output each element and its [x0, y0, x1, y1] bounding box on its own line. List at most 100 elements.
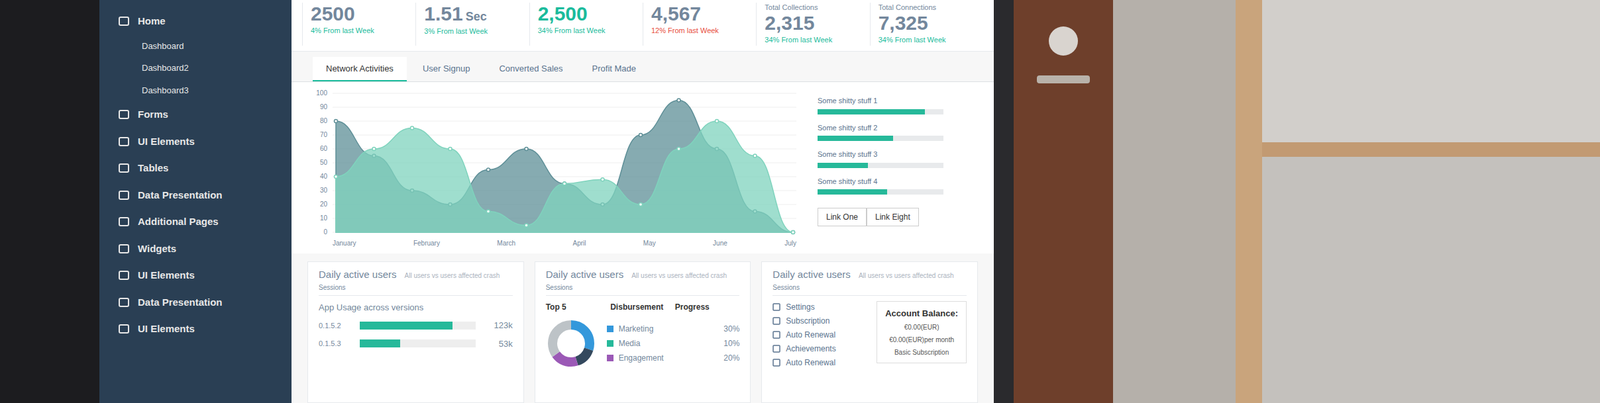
sidebar-label: Dashboard2: [141, 61, 189, 75]
legend-label: Engagement: [618, 352, 664, 365]
stat-value-row: 2,500: [537, 2, 635, 26]
progress-list: Some shitty stuff 1Some shitty stuff 2So…: [817, 90, 978, 249]
card-title-row: Daily active usersAll users vs users aff…: [318, 267, 513, 283]
wall: [1262, 0, 1600, 143]
usage-value: 53k: [483, 337, 513, 352]
donut-segment: [552, 325, 590, 363]
menu-icon: [117, 15, 130, 28]
table-header: Top 5DisbursementProgress: [545, 301, 741, 314]
tab[interactable]: User Signup: [409, 56, 484, 83]
usage-fill: [359, 321, 453, 330]
grid-line: [332, 121, 797, 122]
data-point: [600, 178, 605, 182]
list-icon-shape: [773, 318, 780, 325]
data-point: [639, 133, 643, 138]
card-subtitle: All users vs users affected crash: [404, 270, 501, 281]
account-line: Basic Subscription: [894, 347, 949, 358]
data-point: [791, 231, 796, 235]
tab[interactable]: Network Activities: [312, 56, 407, 83]
settings-item[interactable]: Auto Renewal: [772, 329, 866, 342]
usage-track: [359, 339, 476, 348]
laptop-bezel: [0, 0, 100, 403]
y-tick: 50: [307, 159, 328, 167]
progress-track: [817, 162, 944, 169]
sidebar-label: UI Elements: [137, 268, 195, 284]
card-title-row: Daily active usersAll users vs users aff…: [772, 267, 967, 283]
tab[interactable]: Profit Made: [579, 56, 650, 83]
settings-item[interactable]: Achievements: [772, 343, 866, 356]
legend-value: 10%: [699, 337, 740, 350]
y-axis: 1009080706050403020100: [307, 90, 328, 236]
sidebar-item[interactable]: Widgets: [99, 235, 292, 264]
shelf: [1262, 142, 1600, 158]
list-icon: [772, 303, 781, 312]
menu-icon-shape: [119, 298, 129, 307]
donut-chart: [545, 318, 597, 370]
sidebar-label: Widgets: [137, 241, 177, 258]
settings-label: Auto Renewal: [785, 329, 836, 342]
legend-value: 30%: [699, 323, 740, 336]
chart-section: 1009080706050403020100JanuaryFebruaryMar…: [291, 82, 994, 254]
progress-track: [817, 189, 944, 195]
grid-line: [332, 93, 797, 95]
stat-value: 7,325: [878, 11, 929, 35]
settings-item[interactable]: Settings: [772, 301, 866, 314]
stat-value: 2,500: [537, 2, 588, 26]
y-tick: 40: [307, 173, 328, 181]
sidebar-subitem[interactable]: Dashboard3: [99, 79, 292, 103]
menu-icon: [117, 135, 130, 148]
sidebar-item[interactable]: Additional Pages: [99, 208, 292, 236]
stat-value-row: 1.51Sec: [424, 2, 521, 26]
data-point: [448, 147, 452, 152]
sidebar-item[interactable]: UI Elements: [99, 128, 292, 156]
tab[interactable]: Converted Sales: [485, 56, 576, 83]
sidebar-item[interactable]: Data Presentation: [99, 289, 292, 317]
card-title: Daily active users: [545, 267, 625, 283]
sidebar-item[interactable]: Tables: [99, 155, 292, 183]
data-point: [334, 119, 338, 124]
x-label: May: [643, 238, 656, 249]
x-label: February: [413, 238, 440, 249]
legend-row: Media10%: [606, 337, 741, 350]
link-button[interactable]: Link Eight: [866, 208, 919, 227]
sidebar-item[interactable]: UI Elements: [99, 316, 292, 344]
sidebar-label: UI Elements: [137, 321, 195, 338]
legend-item: Marketing: [606, 323, 701, 336]
settings-item[interactable]: Auto Renewal: [772, 357, 866, 370]
tab-label: Profit Made: [592, 63, 637, 74]
link-button[interactable]: Link One: [817, 208, 867, 227]
sidebar-subitem[interactable]: Dashboard: [99, 35, 292, 58]
usage-value: 123k: [483, 319, 513, 333]
stat-label: Total Collections: [764, 2, 862, 12]
x-label: March: [496, 238, 516, 249]
card-caption: Sessions: [772, 282, 967, 293]
account-line: €0.00(EUR)per month: [889, 335, 955, 346]
legend-list: Marketing30%Media10%Engagement20%: [606, 323, 741, 365]
x-label: January: [332, 238, 357, 249]
stat-label: Total Connections: [878, 2, 976, 12]
donut-segment: [552, 325, 590, 363]
menu-icon-shape: [119, 191, 129, 200]
card-header: Daily active usersAll users vs users aff…: [545, 267, 741, 297]
menu-icon-shape: [119, 164, 129, 173]
settings-label: Subscription: [785, 315, 830, 328]
stat-value: 4,567: [651, 2, 701, 26]
card-caption: Sessions: [318, 282, 513, 293]
y-tick: 100: [307, 90, 328, 97]
legend-swatch: [606, 325, 614, 333]
sidebar-item[interactable]: Data Presentation: [99, 182, 292, 210]
x-axis: JanuaryFebruaryMarchAprilMayJuneJuly: [332, 235, 797, 249]
dashboard-card: Daily active usersAll users vs users aff…: [761, 261, 978, 403]
legend-row: Marketing30%: [606, 323, 741, 336]
settings-label: Achievements: [785, 343, 836, 356]
stat-tile: Total Connections7,32534% From last Week: [869, 2, 984, 46]
sidebar-item[interactable]: Forms: [99, 101, 292, 129]
sidebar-subitem[interactable]: Dashboard2: [99, 56, 292, 80]
sidebar-item[interactable]: UI Elements: [99, 262, 292, 290]
sidebar-item[interactable]: Home: [99, 7, 292, 36]
card-title: Daily active users: [772, 267, 851, 283]
progress-track: [817, 109, 944, 115]
shelf-area: [1262, 0, 1600, 403]
settings-item[interactable]: Subscription: [772, 315, 866, 328]
data-point: [677, 98, 681, 103]
